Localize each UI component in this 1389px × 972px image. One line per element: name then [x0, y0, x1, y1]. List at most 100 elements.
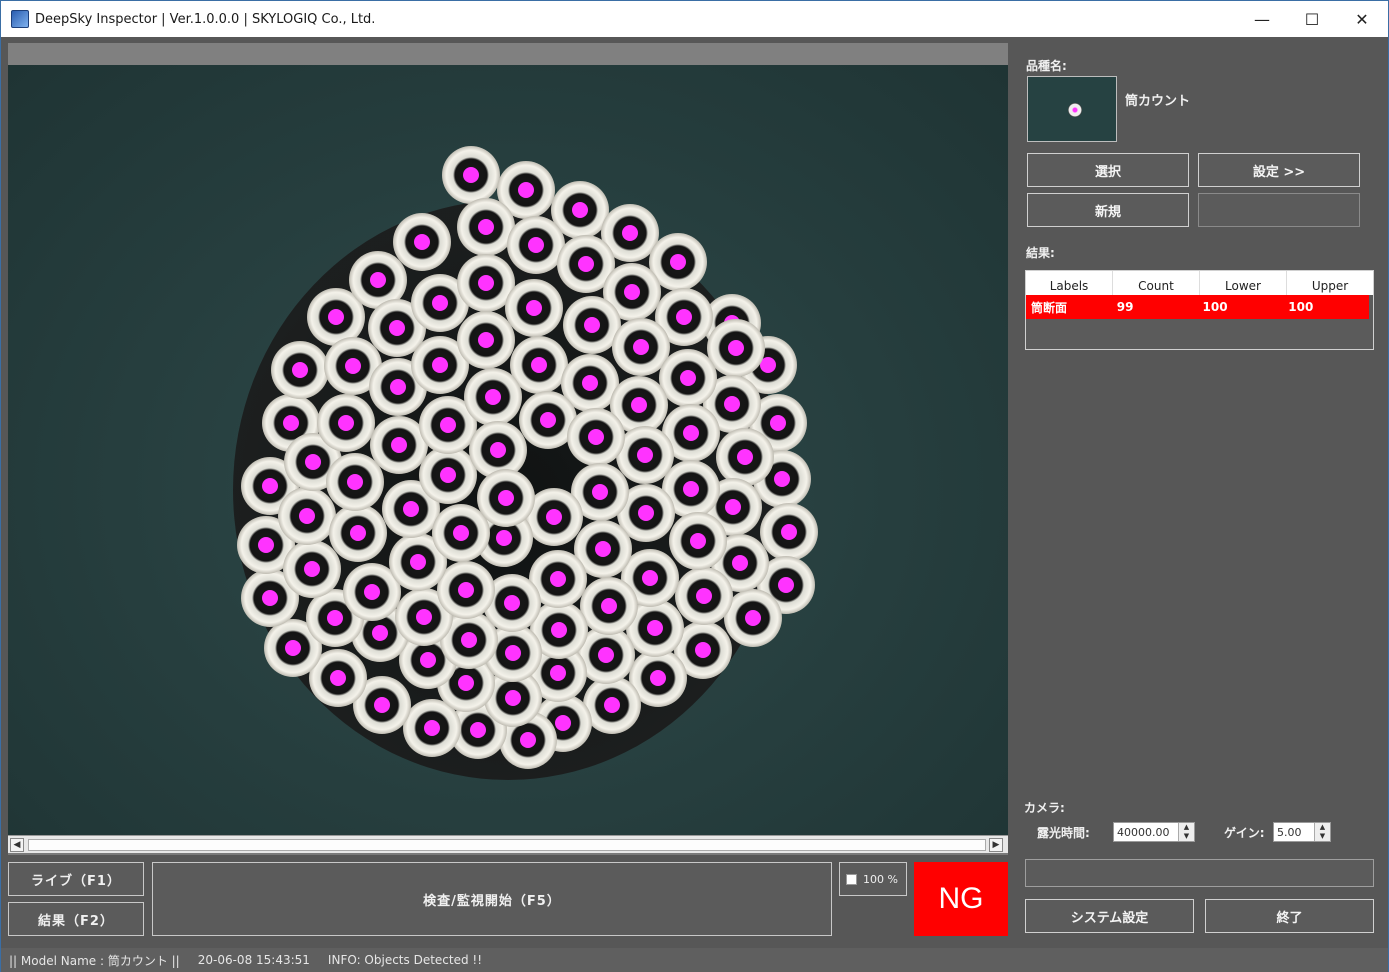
detection-marker [432, 357, 448, 373]
detection-marker [453, 525, 469, 541]
detection-marker [598, 647, 614, 663]
detection-marker [696, 588, 712, 604]
zoom-label: 100 % [863, 872, 898, 886]
app-window: DeepSky Inspector | Ver.1.0.0.0 | SKYLOG… [0, 0, 1389, 972]
detection-marker [350, 525, 366, 541]
detection-marker [461, 632, 477, 648]
detection-marker [683, 481, 699, 497]
detection-marker [781, 524, 797, 540]
detection-marker [624, 284, 640, 300]
select-button[interactable]: 選択 [1027, 153, 1189, 187]
detection-marker [505, 645, 521, 661]
detection-marker [642, 570, 658, 586]
detection-marker [551, 622, 567, 638]
detection-marker [695, 642, 711, 658]
viewer-top-strip [8, 43, 1008, 65]
detection-marker [338, 415, 354, 431]
status-timestamp: 20-06-08 15:43:51 [197, 953, 310, 967]
result-label: 結果: [1026, 246, 1055, 260]
detection-marker [584, 317, 600, 333]
detection-marker [518, 182, 534, 198]
detection-marker [732, 555, 748, 571]
detection-marker [526, 300, 542, 316]
detection-marker [414, 234, 430, 250]
result-table: Labels Count Lower Upper 筒断面 99 100 100 [1025, 270, 1374, 350]
maximize-button[interactable]: ☐ [1289, 1, 1335, 37]
horizontal-scrollbar[interactable]: ◀ ▶ [8, 835, 1008, 853]
detection-marker [690, 533, 706, 549]
detection-marker [424, 720, 440, 736]
detection-marker [724, 396, 740, 412]
detection-marker [285, 640, 301, 656]
detection-marker [595, 541, 611, 557]
detection-marker [262, 590, 278, 606]
detection-marker [650, 670, 666, 686]
tube-bundle-image [233, 146, 818, 780]
title-bar[interactable]: DeepSky Inspector | Ver.1.0.0.0 | SKYLOG… [1, 1, 1388, 37]
start-inspection-button[interactable]: 検査/監視開始（F5） [152, 862, 832, 936]
detection-marker [440, 467, 456, 483]
exposure-spinner[interactable]: 40000.00 ▲ ▼ [1113, 822, 1195, 842]
detection-marker [745, 610, 761, 626]
blank-button[interactable] [1198, 193, 1360, 227]
status-model: || Model Name : 筒カウント || [9, 953, 180, 968]
header-upper[interactable]: Upper [1287, 271, 1373, 295]
new-button[interactable]: 新規 [1027, 193, 1189, 227]
close-button[interactable]: ✕ [1339, 1, 1385, 37]
detection-marker [478, 219, 494, 235]
scroll-thumb[interactable] [28, 839, 986, 851]
detection-marker [410, 554, 426, 570]
product-thumbnail [1027, 76, 1117, 142]
detection-marker [631, 397, 647, 413]
spinner-arrows-icon[interactable]: ▲ ▼ [1314, 823, 1330, 841]
detection-marker [262, 478, 278, 494]
detection-marker [299, 508, 315, 524]
detection-marker [725, 499, 741, 515]
detection-marker [485, 389, 501, 405]
detection-marker [391, 437, 407, 453]
exposure-label: 露光時間: [1037, 826, 1090, 840]
settings-button[interactable]: 設定 >> [1198, 153, 1360, 187]
detection-marker [345, 358, 361, 374]
zoom-checkbox[interactable] [846, 873, 857, 885]
detection-marker [390, 379, 406, 395]
scroll-left-icon[interactable]: ◀ [10, 838, 24, 852]
live-button[interactable]: ライブ（F1） [8, 862, 144, 896]
window-title: DeepSky Inspector | Ver.1.0.0.0 | SKYLOG… [35, 11, 376, 27]
gain-value[interactable]: 5.00 [1277, 826, 1302, 839]
inspection-image[interactable] [8, 65, 1008, 835]
detection-marker [550, 665, 566, 681]
gain-label: ゲイン: [1224, 826, 1265, 840]
detection-marker [778, 577, 794, 593]
exposure-value[interactable]: 40000.00 [1117, 826, 1170, 839]
detection-marker [546, 509, 562, 525]
detection-marker [592, 484, 608, 500]
scroll-right-icon[interactable]: ▶ [989, 838, 1003, 852]
minimize-button[interactable]: — [1239, 1, 1285, 37]
detection-marker [505, 690, 521, 706]
table-row[interactable]: 筒断面 99 100 100 [1026, 295, 1369, 319]
zoom-toggle[interactable]: 100 % [839, 862, 907, 896]
detection-marker [737, 449, 753, 465]
thumbnail-tube-icon [1068, 103, 1082, 117]
result-button[interactable]: 結果（F2） [8, 902, 144, 936]
detection-marker [374, 697, 390, 713]
detection-marker [555, 715, 571, 731]
detection-marker [420, 652, 436, 668]
system-settings-button[interactable]: システム設定 [1025, 899, 1194, 933]
detection-marker [604, 697, 620, 713]
gain-spinner[interactable]: 5.00 ▲ ▼ [1273, 822, 1331, 842]
detection-marker [364, 584, 380, 600]
image-viewer: ◀ ▶ [8, 43, 1008, 855]
header-labels[interactable]: Labels [1026, 271, 1113, 295]
detection-marker [540, 412, 556, 428]
exit-button[interactable]: 終了 [1205, 899, 1374, 933]
detection-marker [283, 415, 299, 431]
detection-marker [633, 339, 649, 355]
detection-marker [347, 474, 363, 490]
header-count[interactable]: Count [1113, 271, 1200, 295]
detection-marker [498, 490, 514, 506]
status-bar: || Model Name : 筒カウント || 20-06-08 15:43:… [1, 948, 1388, 972]
header-lower[interactable]: Lower [1200, 271, 1287, 295]
spinner-arrows-icon[interactable]: ▲ ▼ [1178, 823, 1194, 841]
